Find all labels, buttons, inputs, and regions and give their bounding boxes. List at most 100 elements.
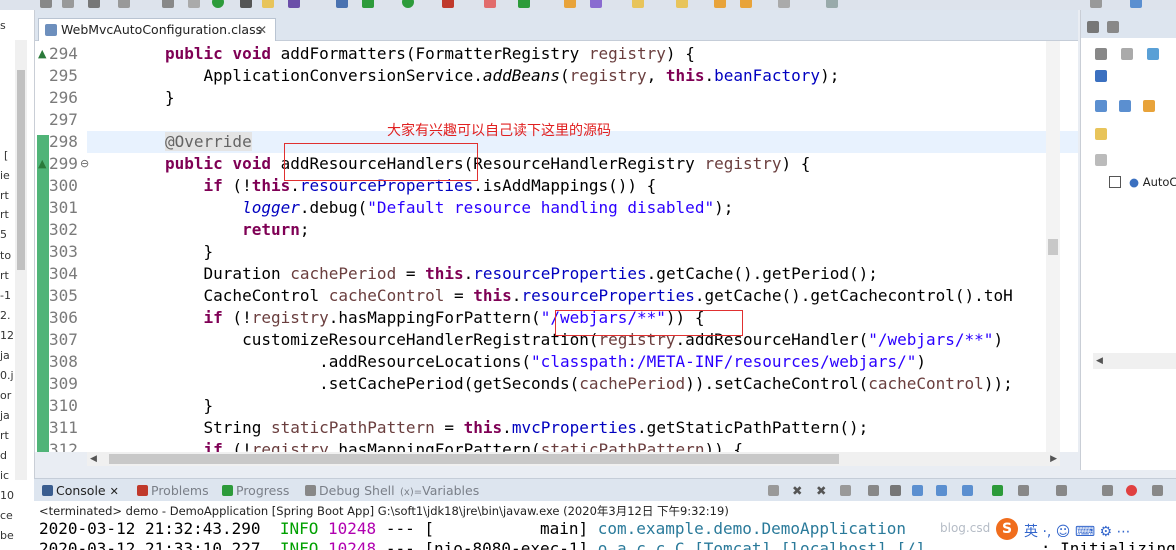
remove-launch-icon[interactable]: ✖ (792, 479, 802, 502)
console-toolbar-icon[interactable] (1018, 485, 1029, 496)
tab-webmvcautoconfiguration[interactable]: WebMvcAutoConfiguration.class ✕ (38, 18, 276, 41)
toolbar-icon[interactable] (118, 0, 130, 8)
console-toolbar-icon[interactable] (936, 485, 947, 496)
tab-progress[interactable]: Progress (222, 479, 289, 502)
toolbar-icon[interactable] (262, 0, 274, 8)
close-icon[interactable] (1087, 21, 1099, 33)
explorer-item[interactable]: ce (0, 510, 13, 522)
remove-all-icon[interactable]: ✖ (816, 479, 826, 502)
toolbar-icon[interactable] (188, 0, 200, 8)
debug-icon[interactable] (362, 0, 374, 8)
outline-toolbar-icon[interactable] (1095, 154, 1107, 166)
outline-toolbar-icon[interactable] (1147, 48, 1159, 60)
explorer-item[interactable]: be (0, 530, 14, 542)
toolbar-icon[interactable] (162, 0, 174, 8)
toolbar-icon[interactable] (1090, 0, 1102, 8)
console-toolbar-icon[interactable] (890, 485, 901, 496)
outline-toolbar-icon[interactable] (1119, 100, 1131, 112)
toolbar-icon[interactable] (240, 0, 252, 8)
explorer-item[interactable]: rt (0, 430, 9, 442)
explorer-item[interactable]: ic (0, 470, 9, 482)
explorer-item[interactable]: rt (0, 209, 9, 221)
ime-logo-icon[interactable]: S (996, 518, 1018, 540)
explorer-item[interactable]: [ (4, 150, 8, 162)
explorer-item[interactable]: d (0, 450, 7, 462)
explorer-item[interactable]: -1 (0, 290, 11, 302)
back-arrow-icon[interactable] (714, 0, 726, 8)
outline-toolbar-icon[interactable] (1095, 48, 1107, 60)
toolbar-icon[interactable] (1130, 0, 1142, 8)
explorer-item[interactable]: ja (0, 410, 10, 422)
outline-toolbar-icon[interactable] (1095, 128, 1107, 140)
forward-arrow-icon[interactable] (740, 0, 752, 8)
outline-toolbar-icon[interactable] (1143, 100, 1155, 112)
editor-vertical-scrollbar[interactable] (1046, 41, 1060, 452)
console-toolbar-icon[interactable] (992, 485, 1003, 496)
close-tab-icon[interactable]: ✕ (257, 19, 267, 41)
console-toolbar-icon[interactable] (1056, 485, 1067, 496)
console-toolbar-icon[interactable] (840, 485, 851, 496)
tab-console[interactable]: Console ✕ (42, 479, 119, 503)
console-toolbar-icon[interactable] (1152, 485, 1163, 496)
scroll-left-icon[interactable]: ◀ (1096, 354, 1103, 368)
view-menu-icon[interactable] (1107, 21, 1119, 33)
toolbar-icon[interactable] (336, 0, 348, 8)
progress-icon (222, 485, 233, 496)
explorer-item[interactable]: 10 (0, 490, 14, 502)
console-toolbar-icon[interactable] (1126, 485, 1137, 496)
toolbar-icon[interactable] (484, 0, 496, 8)
outline-toolbar-icon[interactable] (1121, 48, 1133, 60)
code-line: public void addFormatters(FormatterRegis… (165, 44, 695, 63)
explorer-item[interactable]: ja (0, 350, 10, 362)
outline-toolbar-icon[interactable] (1095, 70, 1107, 82)
console-toolbar-icon[interactable] (768, 485, 779, 496)
console-toolbar-icon[interactable] (1102, 485, 1113, 496)
editor-horizontal-scrollbar[interactable]: ◀ ▶ (87, 452, 1060, 466)
toolbar-icon[interactable] (518, 0, 530, 8)
code-text-area[interactable]: public void addFormatters(FormatterRegis… (87, 41, 1078, 452)
editor-horizontal-scroll-thumb[interactable] (109, 454, 839, 464)
scroll-left-icon[interactable]: ◀ (90, 452, 97, 466)
console-toolbar-icon[interactable] (912, 485, 923, 496)
toolbar-icon[interactable] (88, 0, 100, 8)
outline-panel-header (1081, 10, 1176, 38)
stop-icon[interactable] (442, 0, 454, 8)
outline-toolbar-icon[interactable] (1095, 100, 1107, 112)
explorer-item[interactable]: ie (0, 170, 10, 182)
explorer-item[interactable]: or (0, 390, 11, 402)
code-editor[interactable]: ▲ ⊖ ▲ 294 295 296 297 298 299 300 301 30… (35, 41, 1078, 452)
ime-toolbar[interactable]: 英 ·, ☺ ⌨ ⚙ ⋯ (1024, 521, 1131, 541)
outline-item-checkbox[interactable] (1109, 176, 1121, 188)
explorer-item[interactable]: rt (0, 270, 9, 282)
tab-debug-shell[interactable]: Debug Shell (305, 479, 395, 502)
outline-horizontal-scrollbar[interactable]: ◀ (1093, 353, 1176, 369)
package-explorer-scroll-thumb[interactable] (17, 70, 25, 270)
scroll-right-icon[interactable]: ▶ (1050, 452, 1057, 466)
toolbar-icon[interactable] (778, 0, 790, 8)
explorer-item[interactable]: 5 (0, 229, 7, 241)
explorer-item[interactable]: rt (0, 190, 9, 202)
toolbar-icon[interactable] (676, 0, 688, 8)
console-toolbar-icon[interactable] (868, 485, 879, 496)
close-tab-icon[interactable]: ✕ (110, 485, 119, 498)
toolbar-icon[interactable] (826, 0, 838, 8)
toolbar-icon[interactable] (632, 0, 644, 8)
toolbar-icon[interactable] (288, 0, 300, 8)
tab-problems[interactable]: Problems (137, 479, 209, 502)
debug-shell-icon (305, 485, 316, 496)
console-toolbar-icon[interactable] (962, 485, 973, 496)
explorer-item[interactable]: 2. (0, 310, 11, 322)
toolbar-icon[interactable] (40, 0, 52, 8)
change-ruler (37, 135, 49, 452)
run-icon[interactable] (402, 0, 414, 8)
editor-vertical-scroll-thumb[interactable] (1048, 239, 1058, 255)
explorer-item[interactable]: 0.j (0, 370, 14, 382)
outline-item-label[interactable]: ● AutoCo (1129, 175, 1176, 189)
toolbar-icon[interactable] (564, 0, 576, 8)
explorer-item[interactable]: 12 (0, 330, 14, 342)
explorer-item[interactable]: s (0, 20, 6, 32)
toolbar-icon[interactable] (590, 0, 602, 8)
toolbar-icon[interactable] (62, 0, 74, 8)
run-icon[interactable] (212, 0, 224, 8)
explorer-item[interactable]: to (0, 250, 11, 262)
